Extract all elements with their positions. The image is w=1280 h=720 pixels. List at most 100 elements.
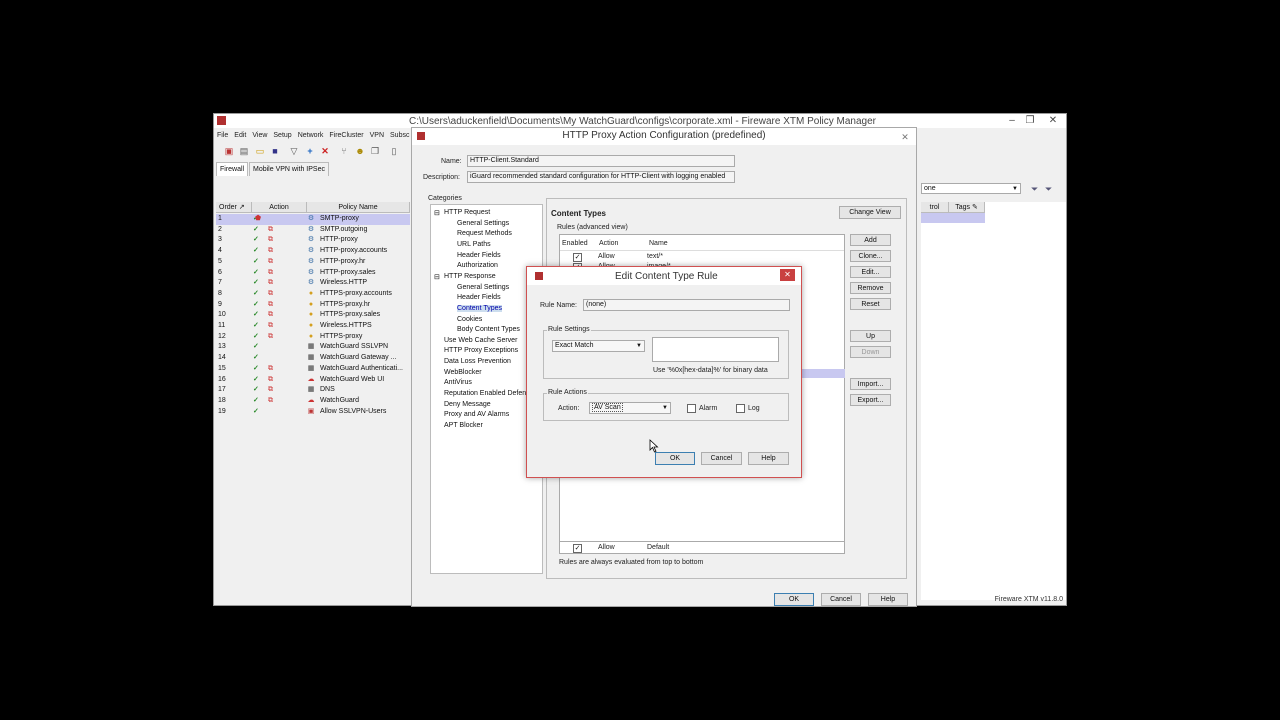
- up-button[interactable]: Up: [850, 330, 891, 342]
- match-type-dropdown[interactable]: Exact Match ▼: [552, 340, 645, 352]
- close-icon[interactable]: ✕: [898, 129, 912, 142]
- clone-button[interactable]: Clone...: [850, 250, 891, 262]
- tree-item[interactable]: Data Loss Prevention: [444, 358, 511, 365]
- ok-button[interactable]: OK: [774, 593, 814, 606]
- delete-icon[interactable]: ✕: [320, 146, 330, 156]
- action-dropdown[interactable]: AV Scan ▼: [589, 402, 671, 414]
- rule-row[interactable]: ✓ Allow text/*: [560, 252, 844, 262]
- policy-row[interactable]: 9 ✓ ⧉ ● HTTPS-proxy.hr: [216, 300, 410, 311]
- import-button[interactable]: Import...: [850, 378, 891, 390]
- tree-item[interactable]: Header Fields: [457, 252, 501, 259]
- content-type-pattern-input[interactable]: [652, 337, 779, 362]
- tab-firewall[interactable]: Firewall: [216, 162, 249, 176]
- policy-row[interactable]: 16 ✓ ⧉ ☁ WatchGuard Web UI: [216, 375, 410, 386]
- copy-icon[interactable]: ❐: [370, 146, 380, 156]
- col-tags-header[interactable]: Tags ✎: [949, 202, 985, 213]
- policy-row[interactable]: 6 ✓ ⧉ ⚙ HTTP-proxy.sales: [216, 268, 410, 279]
- filter-icon[interactable]: ▽: [289, 146, 299, 156]
- default-rule-checkbox[interactable]: ✓: [573, 544, 582, 553]
- tree-item[interactable]: HTTP Proxy Exceptions: [444, 347, 518, 354]
- edit-button[interactable]: Edit...: [850, 266, 891, 278]
- menu-view[interactable]: View: [252, 132, 267, 139]
- cancel-button[interactable]: Cancel: [701, 452, 742, 465]
- tree-expander-icon[interactable]: ⊟: [434, 209, 440, 217]
- tree-item[interactable]: WebBlocker: [444, 369, 482, 376]
- rule-enabled-checkbox[interactable]: ✓: [573, 253, 582, 262]
- tree-item[interactable]: APT Blocker: [444, 422, 483, 429]
- close-icon[interactable]: ✕: [780, 269, 795, 281]
- policy-row[interactable]: 2 ✓ ⧉ ⚙ SMTP.outgoing: [216, 225, 410, 236]
- add-button[interactable]: Add: [850, 234, 891, 246]
- filter-dropdown[interactable]: one ▼: [921, 183, 1021, 194]
- tree-item[interactable]: Request Methods: [457, 230, 512, 237]
- ok-button[interactable]: OK: [655, 452, 695, 465]
- tree-item[interactable]: Authorization: [457, 262, 498, 269]
- description-field[interactable]: iGuard recommended standard configuratio…: [467, 171, 735, 183]
- tree-item[interactable]: Header Fields: [457, 294, 501, 301]
- menu-edit[interactable]: Edit: [234, 132, 246, 139]
- clipboard-icon[interactable]: ▯: [389, 146, 399, 156]
- rule-row-selected[interactable]: [802, 369, 845, 378]
- col-control-header[interactable]: trol: [921, 202, 949, 213]
- tree-item[interactable]: Content Types: [457, 304, 503, 312]
- policy-row[interactable]: 1 ✓ ⬟ ⚙ SMTP-proxy: [216, 214, 410, 225]
- tab-mobile-vpn[interactable]: Mobile VPN with IPSec: [249, 162, 329, 176]
- add-icon[interactable]: +: [305, 146, 315, 156]
- maximize-icon[interactable]: ❐: [1019, 114, 1041, 128]
- col-action-header[interactable]: Action: [252, 202, 307, 213]
- cancel-button[interactable]: Cancel: [821, 593, 861, 606]
- policy-row[interactable]: 8 ✓ ⧉ ● HTTPS-proxy.accounts: [216, 289, 410, 300]
- policy-row[interactable]: 7 ✓ ⧉ ⚙ Wireless.HTTP: [216, 278, 410, 289]
- filter-funnel-icon[interactable]: ⏷: [1031, 184, 1038, 195]
- policy-row[interactable]: 13 ✓ ▦ WatchGuard SSLVPN: [216, 342, 410, 353]
- close-icon[interactable]: ✕: [1042, 114, 1064, 128]
- branch-icon[interactable]: ⑂: [339, 146, 349, 156]
- policy-row[interactable]: 19 ✓ ▣ Allow SSLVPN-Users: [216, 407, 410, 418]
- policy-row[interactable]: 14 ✓ ▦ WatchGuard Gateway ...: [216, 353, 410, 364]
- menu-network[interactable]: Network: [298, 132, 324, 139]
- down-button[interactable]: Down: [850, 346, 891, 358]
- policy-row[interactable]: 5 ✓ ⧉ ⚙ HTTP-proxy.hr: [216, 257, 410, 268]
- menu-vpn[interactable]: VPN: [370, 132, 384, 139]
- policy-row[interactable]: 17 ✓ ⧉ ▦ DNS: [216, 385, 410, 396]
- policy-row[interactable]: 18 ✓ ⧉ ☁ WatchGuard: [216, 396, 410, 407]
- rule-name-field[interactable]: (none): [583, 299, 790, 311]
- policy-row[interactable]: 12 ✓ ⧉ ● HTTPS-proxy: [216, 332, 410, 343]
- tree-item[interactable]: AntiVirus: [444, 379, 472, 386]
- tree-expander-icon[interactable]: ⊟: [434, 273, 440, 281]
- help-button[interactable]: Help: [748, 452, 789, 465]
- tree-item[interactable]: HTTP Response: [444, 273, 496, 280]
- menu-subscription[interactable]: Subsc: [390, 132, 409, 139]
- col-order-header[interactable]: Order ↗: [216, 202, 252, 213]
- change-view-button[interactable]: Change View: [839, 206, 901, 219]
- menu-file[interactable]: File: [217, 132, 228, 139]
- log-checkbox[interactable]: [736, 404, 745, 413]
- tree-item[interactable]: Use Web Cache Server: [444, 337, 517, 344]
- open-icon[interactable]: ▭: [255, 146, 265, 156]
- policy-row[interactable]: 4 ✓ ⧉ ⚙ HTTP-proxy.accounts: [216, 246, 410, 257]
- policy-row[interactable]: 11 ✓ ⧉ ● Wireless.HTTPS: [216, 321, 410, 332]
- remove-button[interactable]: Remove: [850, 282, 891, 294]
- menu-setup[interactable]: Setup: [273, 132, 291, 139]
- name-field[interactable]: HTTP-Client.Standard: [467, 155, 735, 167]
- tree-item[interactable]: General Settings: [457, 284, 509, 291]
- tree-item[interactable]: Body Content Types: [457, 326, 520, 333]
- reset-button[interactable]: Reset: [850, 298, 891, 310]
- policy-row[interactable]: 3 ✓ ⧉ ⚙ HTTP-proxy: [216, 235, 410, 246]
- tree-item[interactable]: Proxy and AV Alarms: [444, 411, 509, 418]
- tree-item[interactable]: Reputation Enabled Defen: [444, 390, 526, 397]
- menu-firecluster[interactable]: FireCluster: [329, 132, 363, 139]
- export-button[interactable]: Export...: [850, 394, 891, 406]
- tree-item[interactable]: Deny Message: [444, 401, 491, 408]
- col-policy-name-header[interactable]: Policy Name: [307, 202, 410, 213]
- tree-item[interactable]: Cookies: [457, 316, 482, 323]
- print-icon[interactable]: ▤: [239, 146, 249, 156]
- policy-row[interactable]: 15 ✓ ⧉ ▦ WatchGuard Authenticati...: [216, 364, 410, 375]
- tree-item[interactable]: URL Paths: [457, 241, 491, 248]
- new-icon[interactable]: ▣: [224, 146, 234, 156]
- filter-clear-icon[interactable]: ⏷: [1045, 184, 1052, 195]
- alarm-checkbox[interactable]: [687, 404, 696, 413]
- policy-row[interactable]: 10 ✓ ⧉ ● HTTPS-proxy.sales: [216, 310, 410, 321]
- help-button[interactable]: Help: [868, 593, 908, 606]
- default-rule-row[interactable]: ✓ Allow Default: [559, 541, 845, 554]
